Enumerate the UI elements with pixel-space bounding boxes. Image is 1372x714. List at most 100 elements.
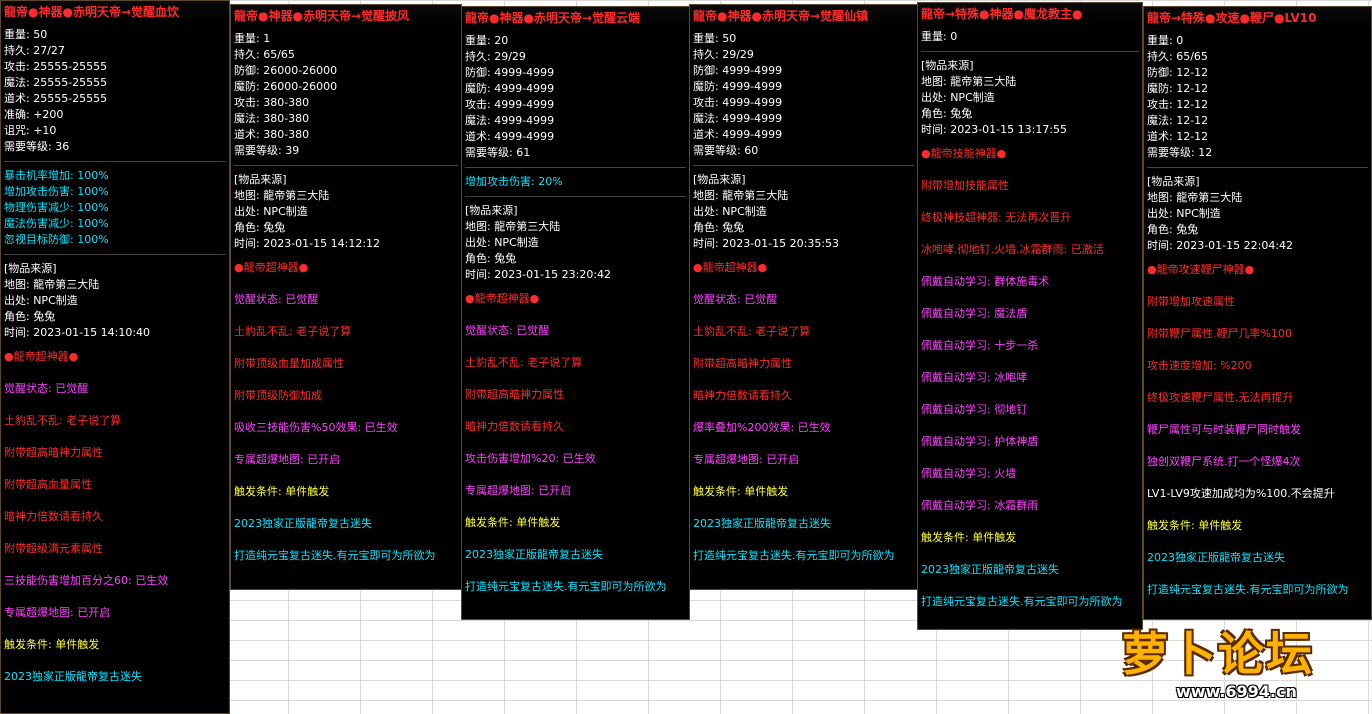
source-line: 出处: NPC制造 xyxy=(465,236,539,249)
item-tooltip-dragon-master: 龍帝→特殊●神器●魔龙教主● 重量: 0 [物品来源] 地图: 龍帝第三大陆 出处: N… xyxy=(917,2,1143,630)
stat-line: 防御: 26000-26000 xyxy=(234,64,338,77)
special-attribute-line: 附带超高血量属性 xyxy=(4,478,92,491)
divider xyxy=(465,196,686,197)
special-attribute-line: 暗神力倍数请看持久 xyxy=(4,510,103,523)
stat-line: 魔法: 4999-4999 xyxy=(693,112,783,125)
special-attribute-line: ●龍帝超神器● xyxy=(4,350,79,363)
source-line: [物品来源] xyxy=(4,262,57,275)
stat-line: 需要等级: 39 xyxy=(234,144,300,157)
source-line: 时间: 2023-01-15 23:20:42 xyxy=(465,268,612,281)
special-attribute-line: 土豹乱不乱: 老子说了算 xyxy=(465,356,583,369)
stat-line: 防御: 4999-4999 xyxy=(465,66,555,79)
tooltip-body: 重量: 50 持久: 29/29 防御: 4999-4999 魔防: 4999-499… xyxy=(690,27,917,572)
source-line: 角色: 兔兔 xyxy=(1147,223,1199,236)
source-line: 角色: 兔兔 xyxy=(693,221,745,234)
special-attribute-line: ●龍帝攻速鞭尸神器● xyxy=(1147,263,1255,276)
special-attribute-line: 吸收三技能伤害%50效果: 已生效 xyxy=(234,421,398,434)
tooltip-body: 重量: 0 持久: 65/65 防御: 12-12 魔防: 12-12 攻击: 12-1… xyxy=(1144,29,1371,606)
special-attribute-line: 土豹乱不乱: 老子说了算 xyxy=(693,325,811,338)
stat-line: 魔法: 4999-4999 xyxy=(465,114,555,127)
source-line: 角色: 兔兔 xyxy=(4,310,56,323)
bonus-line: 增加攻击伤害: 100% xyxy=(4,185,109,198)
special-attribute-line: 专属超爆地图: 已开启 xyxy=(693,453,800,466)
stat-line: 诅咒: +10 xyxy=(4,124,57,137)
tooltip-title: 龍帝●神器●赤明天帝→觉醒披风 xyxy=(231,5,461,27)
stat-line: 攻击: 4999-4999 xyxy=(465,98,555,111)
special-attribute-line: 专属超爆地图: 已开启 xyxy=(4,606,111,619)
special-attribute-line: 打造纯元宝复古迷失.有元宝即可为所欲为 xyxy=(1147,583,1349,596)
special-attribute-line: 2023独家正版龍帝复古迷失 xyxy=(234,517,372,530)
stat-line: 持久: 65/65 xyxy=(1147,50,1208,63)
special-attribute-line: 附带超高暗神力属性 xyxy=(693,357,792,370)
stat-line: 持久: 29/29 xyxy=(465,50,526,63)
bonus-line: 物理伤害减少: 100% xyxy=(4,201,109,214)
source-line: 地图: 龍帝第三大陆 xyxy=(1147,191,1243,204)
special-attribute-line: 附带鞭尸属性.鞭尸几率%100 xyxy=(1147,327,1292,340)
special-attribute-line: 独创双鞭尸系统.打一个怪爆4次 xyxy=(1147,455,1301,468)
special-attribute-line: 佩戴自动学习: 群体施毒术 xyxy=(921,275,1050,288)
source-line: [物品来源] xyxy=(1147,175,1200,188)
item-tooltip-whip-corpse: 龍帝→特殊●攻速●鞭尸●LV10 重量: 0 持久: 65/65 防御: 12-12 魔… xyxy=(1143,6,1372,620)
special-attribute-line: 附带顶级血量加成属性 xyxy=(234,357,344,370)
special-attribute-line: 佩戴自动学习: 彻地钉 xyxy=(921,403,1028,416)
stat-line: 道术: 380-380 xyxy=(234,128,310,141)
divider xyxy=(234,165,458,166)
stat-line: 攻击: 25555-25555 xyxy=(4,60,108,73)
special-attribute-line: 冰咆哮.彻地钉.火墙.冰霜群雨: 已激活 xyxy=(921,243,1104,256)
special-attribute-line: 打造纯元宝复古迷失.有元宝即可为所欲为 xyxy=(921,595,1123,608)
tooltip-title: 龍帝●神器●赤明天帝→觉醒云端 xyxy=(462,7,689,29)
special-attribute-line: ●龍帝超神器● xyxy=(693,261,768,274)
stat-line: 攻击: 4999-4999 xyxy=(693,96,783,109)
item-tooltip-blood-drink: 龍帝●神器●赤明天帝→觉醒血饮 重量: 50 持久: 27/27 攻击: 25555-… xyxy=(0,0,230,714)
tooltip-title: 龍帝→特殊●神器●魔龙教主● xyxy=(918,3,1142,25)
source-line: 时间: 2023-01-15 13:17:55 xyxy=(921,123,1068,136)
source-line: 出处: NPC制造 xyxy=(921,91,995,104)
special-attribute-line: 附带增加技能属性 xyxy=(921,179,1009,192)
stat-line: 重量: 50 xyxy=(4,28,48,41)
special-attribute-line: 三技能伤害增加百分之60: 已生效 xyxy=(4,574,169,587)
special-attribute-line: 触发条件: 单件触发 xyxy=(4,638,100,651)
stat-line: 重量: 0 xyxy=(1147,34,1184,47)
source-line: 地图: 龍帝第三大陆 xyxy=(4,278,100,291)
stat-line: 重量: 1 xyxy=(234,32,271,45)
source-line: [物品来源] xyxy=(234,173,287,186)
source-line: 时间: 2023-01-15 20:35:53 xyxy=(693,237,840,250)
stat-line: 魔防: 12-12 xyxy=(1147,82,1209,95)
bonus-line: 暴击机率增加: 100% xyxy=(4,169,109,182)
special-attribute-line: 鞭尸属性可与时装鞭尸同时触发 xyxy=(1147,423,1301,436)
special-attribute-line: 佩戴自动学习: 冰霜群雨 xyxy=(921,499,1039,512)
bonus-line: 增加攻击伤害: 20% xyxy=(465,175,563,188)
stat-line: 魔防: 4999-4999 xyxy=(465,82,555,95)
special-attribute-line: 觉醒状态: 已觉醒 xyxy=(4,382,89,395)
special-attribute-line: 附带超高暗神力属性 xyxy=(4,446,103,459)
special-attribute-line: 触发条件: 单件触发 xyxy=(234,485,330,498)
special-attribute-line: 佩戴自动学习: 魔法盾 xyxy=(921,307,1028,320)
special-attribute-line: 附带顶级防御加成 xyxy=(234,389,322,402)
tooltip-body: 重量: 0 [物品来源] 地图: 龍帝第三大陆 出处: NPC制造 角色: 兔兔 时间: … xyxy=(918,25,1142,618)
special-attribute-line: 附带增加攻速属性 xyxy=(1147,295,1235,308)
special-attribute-line: 附带超高暗神力属性 xyxy=(465,388,564,401)
special-attribute-line: 觉醒状态: 已觉醒 xyxy=(234,293,319,306)
special-attribute-line: 附带超级满元素属性 xyxy=(4,542,103,555)
special-attribute-line: 爆率叠加%200效果: 已生效 xyxy=(693,421,831,434)
source-line: 地图: 龍帝第三大陆 xyxy=(921,75,1017,88)
stat-line: 重量: 20 xyxy=(465,34,509,47)
divider xyxy=(921,51,1139,52)
special-attribute-line: 打造纯元宝复古迷失.有元宝即可为所欲为 xyxy=(234,549,436,562)
forum-watermark-logo: 萝卜论坛 www.6994.cn xyxy=(1120,612,1370,712)
special-attribute-line: 打造纯元宝复古迷失.有元宝即可为所欲为 xyxy=(465,580,667,593)
source-line: 出处: NPC制造 xyxy=(4,294,78,307)
tooltip-body: 重量: 1 持久: 65/65 防御: 26000-26000 魔防: 26000-2… xyxy=(231,27,461,572)
stat-line: 重量: 50 xyxy=(693,32,737,45)
watermark-url: www.6994.cn xyxy=(1176,682,1297,701)
tooltip-title: 龍帝●神器●赤明天帝→觉醒血饮 xyxy=(1,1,229,23)
source-line: 角色: 兔兔 xyxy=(234,221,286,234)
source-line: [物品来源] xyxy=(693,173,746,186)
source-line: 角色: 兔兔 xyxy=(465,252,517,265)
stat-line: 防御: 12-12 xyxy=(1147,66,1209,79)
special-attribute-line: 触发条件: 单件触发 xyxy=(1147,519,1243,532)
special-attribute-line: 打造纯元宝复古迷失.有元宝即可为所欲为 xyxy=(693,549,895,562)
stat-line: 需要等级: 60 xyxy=(693,144,759,157)
stat-line: 重量: 0 xyxy=(921,30,958,43)
source-line: [物品来源] xyxy=(921,59,974,72)
